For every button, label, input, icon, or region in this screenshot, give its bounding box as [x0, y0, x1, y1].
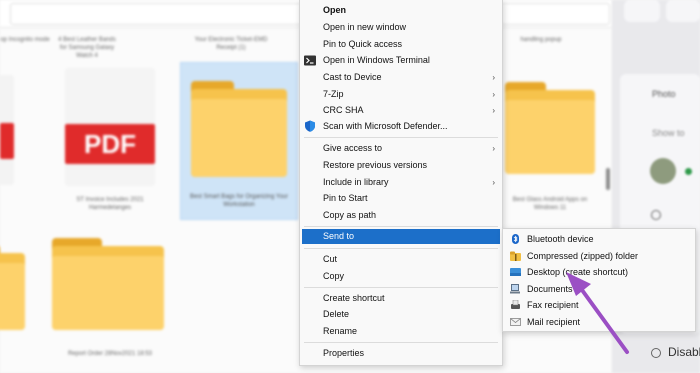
send-to-label: Documents	[527, 283, 573, 294]
menu-item-label: Delete	[323, 309, 350, 319]
mail-icon	[510, 317, 521, 326]
file-tile[interactable]	[0, 75, 14, 185]
send-to-mail[interactable]: Mail recipient	[503, 314, 695, 331]
send-to-label: Bluetooth device	[527, 234, 594, 244]
menu-item-label: Give access to	[323, 143, 383, 153]
menu-item-label: Send to	[323, 231, 355, 241]
menu-separator	[304, 287, 498, 288]
menu-item-delete[interactable]: Delete	[300, 306, 502, 323]
menu-item-cut[interactable]: Cut	[300, 251, 502, 268]
file-label: ST Invoice Includes 2021 Harmedelanges	[76, 197, 144, 211]
menu-item-label: CRC SHA	[323, 105, 364, 115]
file-label: Best Smart Bags for Organizing Your Work…	[189, 194, 289, 208]
send-to-zip-folder[interactable]: Compressed (zipped) folder	[503, 248, 695, 265]
menu-item-label: Pin to Start	[323, 193, 368, 203]
disable-radio[interactable]	[651, 348, 661, 358]
pdf-badge: PDF	[65, 124, 155, 164]
panel-button[interactable]	[666, 0, 700, 22]
menu-item-give-access[interactable]: Give access to ›	[300, 140, 502, 157]
desktop-icon	[510, 268, 521, 276]
send-to-label: Mail recipient	[527, 316, 581, 327]
folder-icon	[191, 81, 287, 177]
menu-item-label: Cast to Device	[323, 72, 382, 82]
file-label: Your Electronic Ticket-EMD Receipt (1)	[194, 37, 268, 51]
menu-item-label: Open in Windows Terminal	[323, 55, 430, 65]
folder-icon[interactable]	[0, 245, 25, 330]
menu-item-pin-start[interactable]: Pin to Start	[300, 190, 502, 207]
defender-shield-icon	[305, 120, 315, 132]
menu-item-restore-versions[interactable]: Restore previous versions	[300, 157, 502, 174]
menu-item-label: Rename	[323, 326, 358, 336]
menu-separator	[304, 248, 498, 249]
panel-button[interactable]	[624, 0, 660, 22]
menu-item-include-library[interactable]: Include in library ›	[300, 174, 502, 191]
send-to-bluetooth[interactable]: Bluetooth device	[503, 231, 695, 248]
fax-icon	[511, 300, 520, 309]
menu-item-label: Copy as path	[323, 210, 377, 220]
folder-icon[interactable]	[52, 238, 164, 330]
terminal-icon	[304, 55, 316, 66]
radio-button[interactable]	[651, 210, 661, 220]
disable-label: Disable	[668, 345, 700, 359]
file-label: Best Glass Android Apps on Windows 11	[512, 197, 588, 211]
send-to-label: Fax recipient	[527, 300, 579, 310]
bluetooth-icon	[512, 234, 519, 244]
menu-separator	[304, 137, 498, 138]
chevron-right-icon: ›	[492, 73, 495, 82]
menu-item-crc-sha[interactable]: CRC SHA ›	[300, 102, 502, 119]
menu-item-7zip[interactable]: 7-Zip ›	[300, 86, 502, 103]
menu-item-send-to[interactable]: Send to	[302, 229, 500, 244]
menu-item-label: Create shortcut	[323, 293, 385, 303]
menu-item-rename[interactable]: Rename	[300, 323, 502, 340]
send-to-documents[interactable]: Documents	[503, 281, 695, 298]
pdf-file-tile[interactable]: PDF	[65, 68, 155, 186]
file-label: op Incognito mode	[0, 37, 50, 43]
menu-item-open-terminal[interactable]: Open in Windows Terminal	[300, 52, 502, 69]
menu-item-label: Open	[323, 5, 347, 15]
context-menu: Open Open in new window Pin to Quick acc…	[299, 0, 503, 366]
file-label: Report Order 28Nov2021 18:53	[67, 351, 153, 357]
panel-heading: Photo	[652, 89, 676, 99]
menu-item-label: Scan with Microsoft Defender...	[323, 121, 448, 131]
folder-icon[interactable]	[505, 82, 595, 174]
menu-item-open-new-window[interactable]: Open in new window	[300, 19, 502, 36]
menu-separator	[304, 342, 498, 343]
menu-item-cast-to-device[interactable]: Cast to Device ›	[300, 69, 502, 86]
chevron-right-icon: ›	[492, 106, 495, 115]
vertical-scrollbar[interactable]	[606, 168, 610, 190]
menu-item-label: Cut	[323, 254, 338, 264]
panel-subtext: Show to	[652, 128, 685, 138]
menu-item-label: Include in library	[323, 177, 389, 187]
menu-item-label: Pin to Quick access	[323, 39, 403, 49]
send-to-label: Desktop (create shortcut)	[527, 267, 629, 277]
chevron-right-icon: ›	[492, 144, 495, 153]
menu-separator	[304, 226, 498, 227]
chevron-right-icon: ›	[492, 178, 495, 187]
send-to-fax[interactable]: Fax recipient	[503, 297, 695, 314]
menu-item-label: Copy	[323, 271, 345, 281]
menu-item-copy[interactable]: Copy	[300, 268, 502, 285]
menu-item-pin-quick-access[interactable]: Pin to Quick access	[300, 36, 502, 53]
avatar	[650, 158, 676, 184]
menu-item-open[interactable]: Open	[300, 2, 502, 19]
send-to-label: Compressed (zipped) folder	[527, 250, 639, 261]
menu-item-copy-as-path[interactable]: Copy as path	[300, 207, 502, 224]
menu-item-label: Restore previous versions	[323, 160, 428, 170]
send-to-desktop[interactable]: Desktop (create shortcut)	[503, 264, 695, 281]
file-label: 4 Best Leather Bands for Samsung Galaxy …	[58, 37, 116, 59]
menu-item-label: 7-Zip	[323, 89, 344, 99]
menu-item-scan-defender[interactable]: Scan with Microsoft Defender...	[300, 118, 502, 135]
documents-icon	[510, 283, 520, 293]
file-label: handling popup	[520, 37, 562, 43]
status-dot	[685, 168, 692, 175]
send-to-submenu: Bluetooth device Compressed (zipped) fol…	[502, 228, 696, 332]
selected-folder-tile[interactable]: Best Smart Bags for Organizing Your Work…	[180, 62, 298, 220]
menu-item-properties[interactable]: Properties	[300, 345, 502, 362]
menu-item-create-shortcut[interactable]: Create shortcut	[300, 290, 502, 307]
zip-folder-icon	[510, 251, 521, 261]
chevron-right-icon: ›	[492, 90, 495, 99]
menu-item-label: Open in new window	[323, 22, 407, 32]
menu-item-label: Properties	[323, 348, 365, 358]
